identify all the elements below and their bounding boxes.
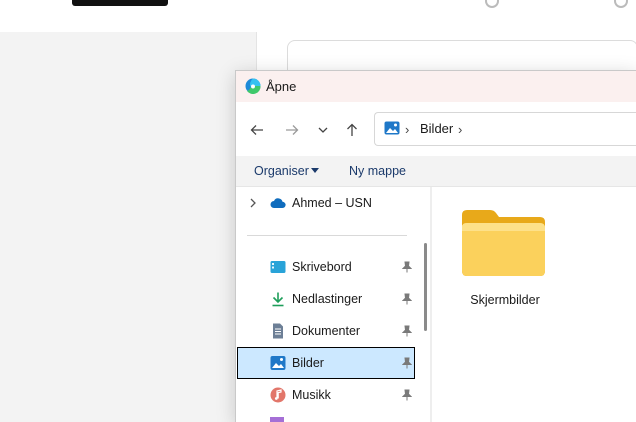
command-bar: Organiser Ny mappe: [236, 156, 636, 187]
pin-icon[interactable]: [402, 389, 412, 401]
background-logo: [72, 0, 168, 6]
music-icon: [270, 387, 286, 403]
navigation-pane: Ahmed – USN Skrivebord Nedlastinger Doku…: [236, 187, 430, 422]
folder-name: Skjermbilder: [470, 293, 540, 307]
navigation-bar: › Bilder ›: [236, 102, 636, 156]
sidebar-item-downloads[interactable]: Nedlastinger: [237, 283, 415, 315]
forward-button[interactable]: [282, 120, 302, 140]
videos-icon: [270, 417, 284, 422]
new-folder-button[interactable]: Ny mappe: [349, 164, 406, 178]
navigation-pane-scrollbar[interactable]: [424, 243, 427, 331]
document-icon: [273, 323, 283, 339]
pin-icon[interactable]: [402, 357, 412, 369]
folder-icon: [462, 210, 545, 276]
sidebar-item-label: Nedlastinger: [292, 292, 363, 306]
chevron-down-icon: [318, 127, 328, 133]
sidebar-item-label: Skrivebord: [292, 260, 352, 274]
open-file-dialog: Åpne › Bilder › Organiser Ny mappe Ahmed…: [235, 70, 636, 422]
dialog-titlebar[interactable]: Åpne: [236, 71, 636, 102]
desktop-icon: [270, 261, 286, 273]
pin-icon[interactable]: [402, 325, 412, 337]
pin-icon[interactable]: [402, 261, 412, 273]
sidebar-item-pictures[interactable]: Bilder: [237, 347, 415, 379]
sidebar-item-onedrive[interactable]: Ahmed – USN: [237, 187, 415, 219]
pictures-icon: [384, 121, 400, 135]
background-header: [0, 0, 636, 32]
arrow-up-icon: [347, 123, 357, 136]
dialog-title: Åpne: [266, 79, 297, 94]
sidebar-item-desktop[interactable]: Skrivebord: [237, 251, 415, 283]
pictures-icon: [270, 356, 286, 370]
breadcrumb-separator[interactable]: ›: [405, 122, 409, 137]
background-search-icon: [485, 0, 499, 8]
address-bar[interactable]: › Bilder ›: [374, 112, 636, 146]
pin-icon[interactable]: [402, 293, 412, 305]
folder-item[interactable]: Skjermbilder: [460, 207, 550, 307]
breadcrumb-location[interactable]: Bilder: [420, 121, 453, 136]
sidebar-item-label: Dokumenter: [292, 324, 361, 338]
organize-button[interactable]: Organiser: [254, 164, 309, 178]
sidebar-item-label: Ahmed – USN: [292, 196, 372, 210]
sidebar-item-documents[interactable]: Dokumenter: [237, 315, 415, 347]
back-button[interactable]: [247, 120, 267, 140]
edge-browser-icon: [245, 78, 261, 94]
arrow-left-icon: [250, 125, 263, 135]
file-list: Skjermbilder: [432, 187, 636, 422]
sidebar-separator: [247, 235, 407, 236]
sidebar-item-music[interactable]: Musikk: [237, 379, 415, 411]
up-button[interactable]: [342, 120, 362, 140]
organize-dropdown-icon[interactable]: [311, 168, 319, 173]
cloud-icon: [270, 198, 286, 208]
breadcrumb-chevron[interactable]: ›: [458, 122, 462, 137]
arrow-right-icon: [286, 125, 299, 135]
sidebar-item-label: Musikk: [292, 388, 331, 402]
background-account-icon: [614, 0, 628, 8]
recent-locations-button[interactable]: [313, 120, 333, 140]
download-icon: [272, 292, 284, 307]
sidebar-item-label: Bilder: [292, 356, 324, 370]
chevron-right-icon[interactable]: [249, 197, 257, 209]
